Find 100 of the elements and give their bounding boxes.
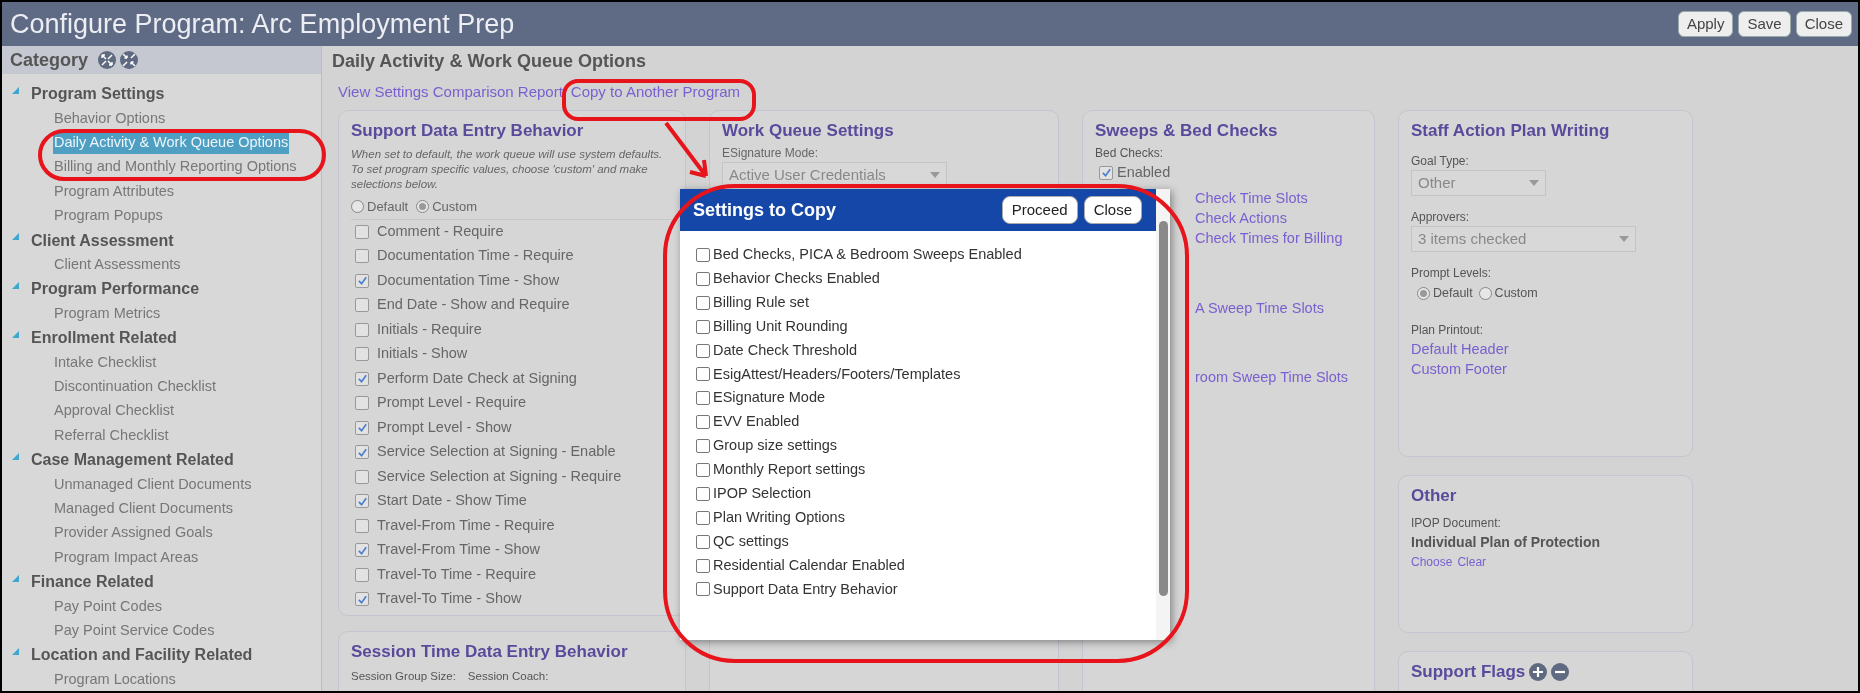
checkbox[interactable]: [355, 494, 369, 509]
sidebar-item[interactable]: Unmanaged Client Documents: [53, 473, 253, 496]
radio-button[interactable]: [351, 200, 364, 214]
radio-button[interactable]: [1417, 286, 1430, 300]
option-label: Residential Calendar Enabled: [713, 555, 905, 575]
checkbox[interactable]: [355, 567, 369, 582]
field-label: Prompt Levels:: [1411, 265, 1493, 282]
expanded-triangle-icon[interactable]: [12, 86, 19, 94]
option-label: Initials - Require: [377, 319, 482, 339]
radio-button[interactable]: [416, 200, 430, 214]
scrollbar[interactable]: [1156, 189, 1170, 640]
checkbox[interactable]: [355, 322, 369, 337]
link[interactable]: Default Header: [1411, 338, 1509, 359]
checkbox[interactable]: [355, 224, 369, 239]
expanded-triangle-icon[interactable]: [12, 647, 19, 655]
link[interactable]: Choose: [1411, 553, 1453, 571]
dialog-button[interactable]: Close: [1083, 196, 1142, 224]
link[interactable]: Clear: [1457, 553, 1487, 571]
checkbox[interactable]: [696, 295, 710, 310]
sidebar-item[interactable]: Intake Checklist: [53, 351, 158, 374]
sidebar-group[interactable]: Program Settings: [31, 82, 165, 107]
checkbox[interactable]: [696, 558, 710, 573]
sidebar-item[interactable]: Approval Checklist: [53, 400, 176, 423]
checkbox[interactable]: [696, 534, 710, 549]
expanded-triangle-icon[interactable]: [12, 233, 19, 241]
sidebar-item[interactable]: Discontinuation Checklist: [53, 376, 217, 398]
checkbox[interactable]: [355, 518, 369, 533]
sidebar-item[interactable]: Provider Assigned Goals: [53, 522, 214, 545]
checkbox[interactable]: [696, 271, 710, 286]
link[interactable]: Check Actions: [1195, 207, 1287, 228]
link[interactable]: A Sweep Time Slots: [1195, 297, 1324, 318]
checkbox[interactable]: [355, 420, 369, 435]
checkbox[interactable]: [696, 510, 710, 525]
sidebar-group[interactable]: Enrollment Related: [31, 326, 177, 351]
sidebar-group[interactable]: Finance Related: [31, 570, 154, 594]
checkbox[interactable]: [355, 371, 369, 386]
expanded-triangle-icon[interactable]: [12, 574, 19, 582]
radio-label: Default: [1433, 285, 1473, 302]
checkbox[interactable]: [696, 486, 710, 501]
link[interactable]: Check Time Slots: [1195, 187, 1308, 208]
sidebar-item[interactable]: Program Metrics: [53, 302, 162, 325]
toolbar-button[interactable]: Save: [1738, 11, 1791, 37]
sidebar-group[interactable]: Program Performance: [31, 277, 200, 302]
checkbox[interactable]: [696, 391, 710, 406]
expand-all-icon[interactable]: [98, 51, 117, 69]
remove-icon[interactable]: [1551, 663, 1570, 681]
sidebar-item[interactable]: Program Impact Areas: [53, 546, 200, 569]
link[interactable]: View Settings Comparison Report: [338, 80, 563, 104]
sidebar-item[interactable]: Pay Point Codes: [53, 595, 163, 618]
sidebar-item[interactable]: Program Locations: [53, 668, 177, 691]
collapse-all-icon[interactable]: [120, 51, 139, 69]
checkbox[interactable]: [1099, 165, 1113, 180]
expanded-triangle-icon[interactable]: [12, 281, 19, 289]
checkbox[interactable]: [696, 582, 710, 597]
checkbox[interactable]: [696, 367, 710, 382]
link[interactable]: Copy to Another Program: [570, 80, 741, 104]
sidebar-item[interactable]: Referral Checklist: [53, 424, 170, 447]
dialog-button[interactable]: Proceed: [1001, 196, 1078, 224]
sidebar-item[interactable]: Billing and Monthly Reporting Options: [53, 156, 298, 179]
sidebar-item[interactable]: Program Attributes: [53, 180, 176, 203]
checkbox[interactable]: [355, 273, 369, 288]
checkbox[interactable]: [355, 445, 369, 460]
dropdown[interactable]: Other: [1411, 170, 1546, 196]
checkbox[interactable]: [696, 343, 710, 358]
link[interactable]: Check Times for Billing: [1195, 227, 1343, 248]
sidebar-item[interactable]: Daily Activity & Work Queue Options: [53, 132, 290, 154]
checkbox[interactable]: [696, 439, 710, 454]
add-icon[interactable]: [1529, 663, 1548, 681]
checkbox[interactable]: [696, 319, 710, 334]
checkbox[interactable]: [355, 249, 369, 264]
option-label: Travel-From Time - Show: [377, 540, 540, 560]
checkbox[interactable]: [355, 543, 369, 558]
checkbox[interactable]: [355, 298, 369, 313]
checkbox[interactable]: [696, 247, 710, 262]
checkbox[interactable]: [355, 592, 369, 607]
sidebar-item[interactable]: Pay Point Service Codes: [53, 619, 216, 642]
radio-label: Custom: [432, 198, 477, 216]
dropdown[interactable]: 3 items checked: [1411, 226, 1636, 252]
sidebar-item[interactable]: Behavior Options: [53, 107, 167, 130]
expanded-triangle-icon[interactable]: [12, 452, 19, 460]
expanded-triangle-icon[interactable]: [12, 330, 19, 338]
radio-label: Default: [367, 198, 409, 216]
sidebar-item[interactable]: Managed Client Documents: [53, 497, 234, 520]
toolbar-button[interactable]: Close: [1795, 11, 1852, 37]
checkbox[interactable]: [355, 396, 369, 411]
sidebar-item[interactable]: Client Assessments: [53, 254, 182, 276]
option-label: Behavior Checks Enabled: [713, 268, 880, 288]
checkbox[interactable]: [696, 415, 710, 430]
checkbox[interactable]: [355, 469, 369, 484]
link[interactable]: Custom Footer: [1411, 358, 1507, 379]
toolbar-button[interactable]: Apply: [1677, 11, 1734, 37]
sidebar-item[interactable]: Program Popups: [53, 205, 164, 227]
sidebar-group[interactable]: Location and Facility Related: [31, 643, 253, 668]
panel-heading: Session Time Data Entry Behavior: [351, 641, 629, 663]
link[interactable]: room Sweep Time Slots: [1195, 366, 1349, 387]
checkbox[interactable]: [696, 462, 710, 477]
sidebar-group[interactable]: Case Management Related: [31, 448, 234, 473]
sidebar-group[interactable]: Client Assessment: [31, 228, 174, 253]
checkbox[interactable]: [355, 347, 369, 362]
radio-button[interactable]: [1478, 286, 1492, 300]
